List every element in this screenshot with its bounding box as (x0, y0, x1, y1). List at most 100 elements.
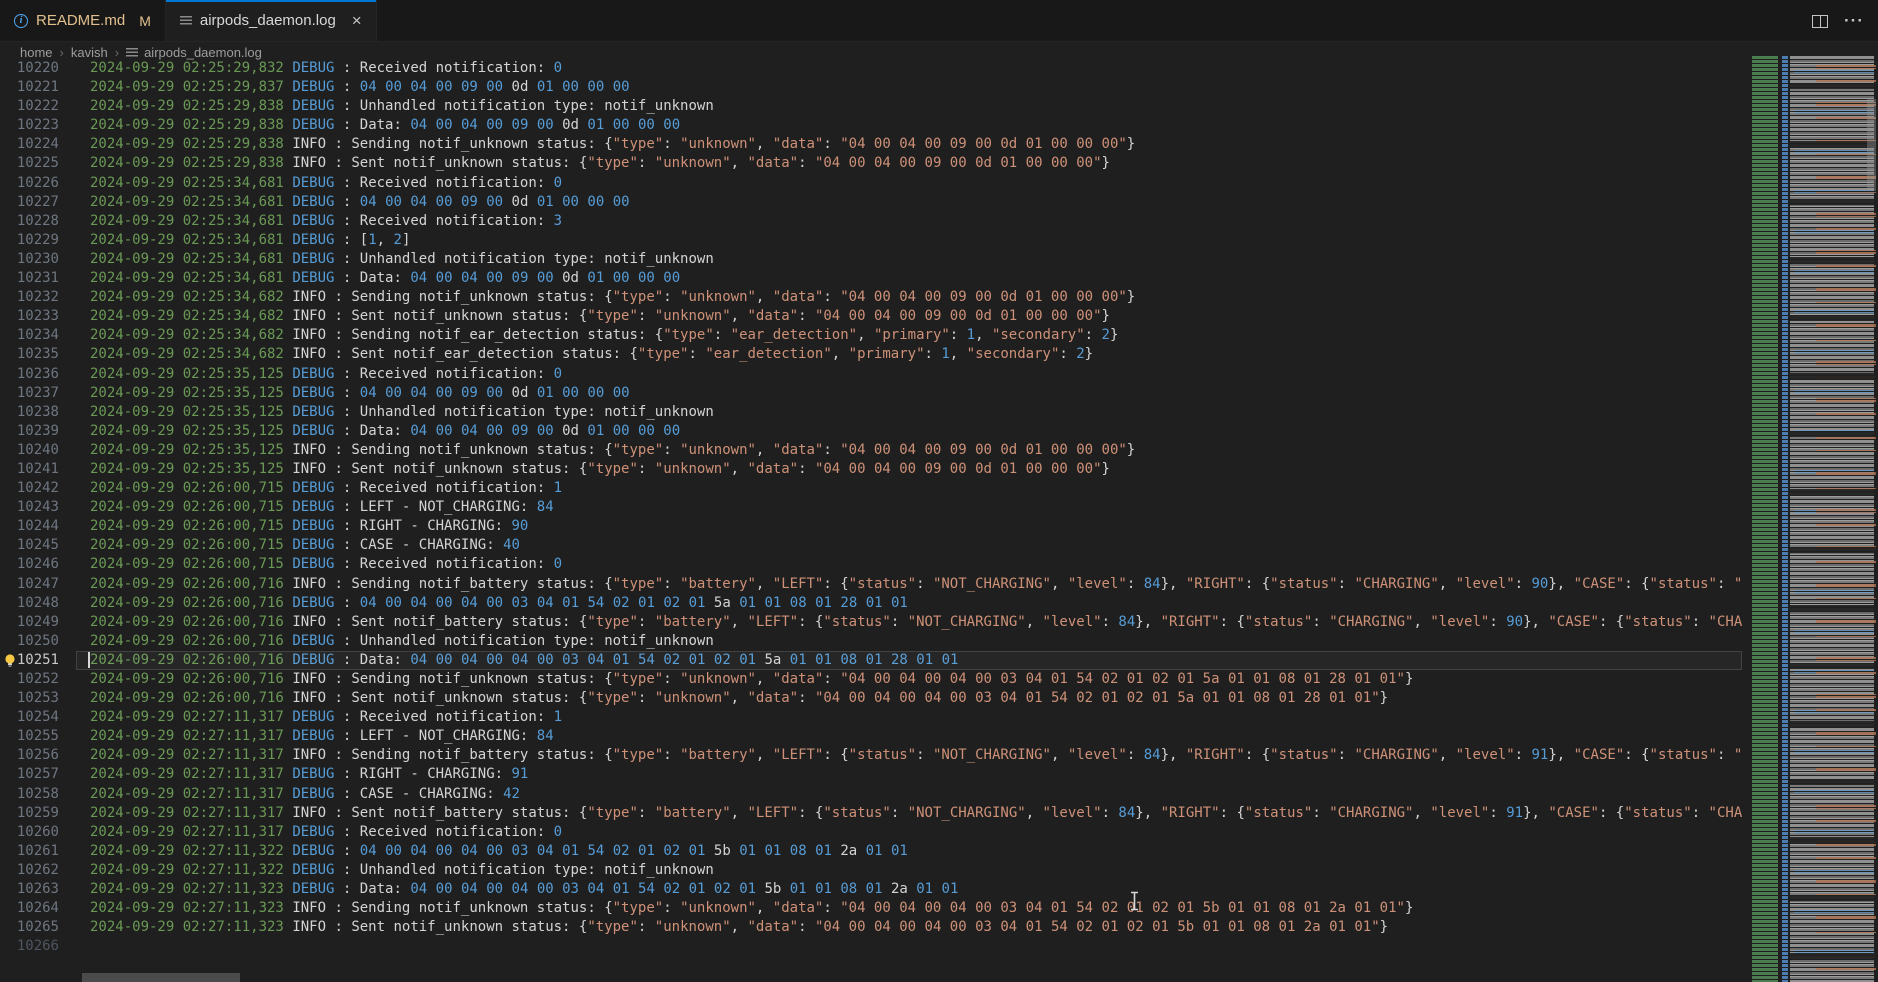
line-number[interactable]: 10247 (0, 575, 59, 594)
log-line[interactable]: 10249 2024-09-29 02:26:00,716 INFO : Sent… (0, 613, 1742, 632)
line-number[interactable]: 10236 (0, 365, 59, 384)
tab-readme[interactable]: i README.md M (0, 0, 166, 41)
line-number[interactable]: 10266 (0, 937, 59, 956)
log-line[interactable]: 102592024-09-29 02:27:11,317 INFO : Sent… (0, 804, 1742, 823)
log-line[interactable]: 10252 2024-09-29 02:26:00,716 INFO : Send… (0, 670, 1742, 689)
line-number[interactable]: 10223 (0, 116, 59, 135)
log-text[interactable]: 2024-09-29 02:27:11,322 DEBUG : 04 00 04… (90, 843, 908, 859)
line-number[interactable]: 10249 (0, 613, 59, 632)
log-line[interactable]: 102472024-09-29 02:26:00,716 INFO : Send… (0, 575, 1742, 594)
log-line[interactable]: 102372024-09-29 02:25:35,125 DEBUG : 04 … (0, 384, 1742, 403)
log-text[interactable]: 2024-09-29 02:25:34,682 INFO : Sending n… (90, 289, 1135, 305)
log-text[interactable]: 2024-09-29 02:26:00,716 DEBUG : Unhandle… (90, 633, 714, 649)
log-line[interactable]: 10230 2024-09-29 02:25:34,681 DEBUG : Unh… (0, 250, 1742, 269)
log-line[interactable]: 102312024-09-29 02:25:34,681 DEBUG : Dat… (0, 269, 1742, 288)
log-line[interactable]: 102382024-09-29 02:25:35,125 DEBUG : Unh… (0, 403, 1742, 422)
log-text[interactable]: 2024-09-29 02:26:00,715 DEBUG : LEFT - N… (90, 499, 554, 515)
log-line[interactable]: 10239 2024-09-29 02:25:35,125 DEBUG : Dat… (0, 422, 1742, 441)
log-text[interactable]: 2024-09-29 02:26:00,715 DEBUG : Received… (90, 556, 562, 572)
log-line[interactable]: 10256 2024-09-29 02:27:11,317 INFO : Send… (0, 746, 1742, 765)
line-number[interactable]: 10243 (0, 498, 59, 517)
log-text[interactable]: 2024-09-29 02:27:11,323 DEBUG : Data: 04… (90, 881, 958, 897)
line-number[interactable]: 10256 (0, 746, 59, 765)
log-text[interactable]: 2024-09-29 02:25:34,681 DEBUG : 04 00 04… (90, 194, 630, 210)
log-line[interactable]: 10225 2024-09-29 02:25:29,838 INFO : Sent… (0, 154, 1742, 173)
log-text[interactable]: 2024-09-29 02:27:11,317 DEBUG : Received… (90, 824, 562, 840)
log-line[interactable]: 102512024-09-29 02:26:00,716 DEBUG : Dat… (0, 651, 1742, 670)
log-line[interactable]: 102232024-09-29 02:25:29,838 DEBUG : Dat… (0, 116, 1742, 135)
log-text[interactable]: 2024-09-29 02:25:34,681 DEBUG : Received… (90, 213, 562, 229)
line-number[interactable]: 10225 (0, 154, 59, 173)
line-number[interactable]: 10263 (0, 880, 59, 899)
line-number[interactable]: 10239 (0, 422, 59, 441)
log-text[interactable]: 2024-09-29 02:25:35,125 DEBUG : Data: 04… (90, 423, 680, 439)
log-text[interactable]: 2024-09-29 02:25:34,681 DEBUG : Data: 04… (90, 270, 680, 286)
log-text[interactable]: 2024-09-29 02:26:00,716 INFO : Sending n… (90, 671, 1413, 687)
log-text[interactable]: 2024-09-29 02:26:00,715 DEBUG : RIGHT - … (90, 518, 528, 534)
log-line[interactable]: 102402024-09-29 02:25:35,125 INFO : Send… (0, 441, 1742, 460)
split-editor-icon[interactable] (1812, 15, 1828, 28)
line-number[interactable]: 10264 (0, 899, 59, 918)
log-line[interactable]: 102612024-09-29 02:27:11,322 DEBUG : 04 … (0, 842, 1742, 861)
log-text[interactable]: 2024-09-29 02:27:11,317 DEBUG : LEFT - N… (90, 728, 554, 744)
line-number[interactable]: 10260 (0, 823, 59, 842)
log-line[interactable]: 102292024-09-29 02:25:34,681 DEBUG : [1,… (0, 231, 1742, 250)
log-text[interactable]: 2024-09-29 02:27:11,322 DEBUG : Unhandle… (90, 862, 714, 878)
line-number[interactable]: 10222 (0, 97, 59, 116)
line-number[interactable]: 10234 (0, 326, 59, 345)
log-line[interactable]: 102352024-09-29 02:25:34,682 INFO : Sent… (0, 345, 1742, 364)
line-number[interactable]: 10237 (0, 384, 59, 403)
tab-airpods-daemon-log[interactable]: airpods_daemon.log × (166, 0, 377, 41)
horizontal-scrollbar-thumb[interactable] (82, 973, 240, 982)
log-line[interactable]: 10221 2024-09-29 02:25:29,837 DEBUG : 04 … (0, 78, 1742, 97)
log-text[interactable]: 2024-09-29 02:26:00,715 DEBUG : CASE - C… (90, 537, 520, 553)
log-text[interactable]: 2024-09-29 02:27:11,317 INFO : Sending n… (90, 747, 1742, 763)
log-text[interactable]: 2024-09-29 02:25:34,682 INFO : Sent noti… (90, 308, 1110, 324)
log-line[interactable]: 102542024-09-29 02:27:11,317 DEBUG : Rec… (0, 708, 1742, 727)
line-number[interactable]: 10230 (0, 250, 59, 269)
log-line[interactable]: 102202024-09-29 02:25:29,832 DEBUG : Rec… (0, 59, 1742, 78)
log-text[interactable]: 2024-09-29 02:26:00,716 INFO : Sent noti… (90, 690, 1388, 706)
line-number[interactable]: 10255 (0, 727, 59, 746)
log-text[interactable]: 2024-09-29 02:25:34,681 DEBUG : Received… (90, 175, 562, 191)
log-text[interactable]: 2024-09-29 02:25:29,838 INFO : Sending n… (90, 136, 1135, 152)
log-text[interactable]: 2024-09-29 02:25:35,125 INFO : Sent noti… (90, 461, 1110, 477)
line-number[interactable]: 10252 (0, 670, 59, 689)
log-line[interactable]: 10243 2024-09-29 02:26:00,715 DEBUG : LEF… (0, 498, 1742, 517)
log-line[interactable]: 10266 (0, 937, 1742, 956)
line-number[interactable]: 10241 (0, 460, 59, 479)
line-number[interactable]: 10233 (0, 307, 59, 326)
line-number[interactable]: 10258 (0, 785, 59, 804)
line-number[interactable]: 10221 (0, 78, 59, 97)
log-line[interactable]: 10233 2024-09-29 02:25:34,682 INFO : Sent… (0, 307, 1742, 326)
more-actions-icon[interactable]: ··· (1844, 11, 1864, 31)
log-line[interactable]: 102622024-09-29 02:27:11,322 DEBUG : Unh… (0, 861, 1742, 880)
line-number[interactable]: 10224 (0, 135, 59, 154)
log-text[interactable]: 2024-09-29 02:25:29,838 DEBUG : Unhandle… (90, 98, 714, 114)
line-number[interactable]: 10257 (0, 765, 59, 784)
log-line[interactable]: 10255 2024-09-29 02:27:11,317 DEBUG : LEF… (0, 727, 1742, 746)
log-line[interactable]: 102482024-09-29 02:26:00,716 DEBUG : 04 … (0, 594, 1742, 613)
line-number[interactable]: 10248 (0, 594, 59, 613)
log-line[interactable]: 10227 2024-09-29 02:25:34,681 DEBUG : 04 … (0, 193, 1742, 212)
line-number[interactable]: 10227 (0, 193, 59, 212)
log-line[interactable]: 102652024-09-29 02:27:11,323 INFO : Sent… (0, 918, 1742, 937)
vertical-scrollbar-thumb[interactable] (1867, 99, 1876, 191)
log-line[interactable]: 102582024-09-29 02:27:11,317 DEBUG : CAS… (0, 785, 1742, 804)
log-text[interactable]: 2024-09-29 02:27:11,317 INFO : Sent noti… (90, 805, 1742, 821)
log-line[interactable]: 102362024-09-29 02:25:35,125 DEBUG : Rec… (0, 365, 1742, 384)
log-text[interactable]: 2024-09-29 02:26:00,716 INFO : Sent noti… (90, 614, 1742, 630)
line-number[interactable]: 10265 (0, 918, 59, 937)
log-line[interactable]: 102442024-09-29 02:26:00,715 DEBUG : RIG… (0, 517, 1742, 536)
log-line[interactable]: 102422024-09-29 02:26:00,715 DEBUG : Rec… (0, 479, 1742, 498)
log-text[interactable]: 2024-09-29 02:26:00,715 DEBUG : Received… (90, 480, 562, 496)
log-text[interactable]: 2024-09-29 02:25:29,837 DEBUG : 04 00 04… (90, 79, 630, 95)
log-text[interactable]: 2024-09-29 02:25:34,681 DEBUG : Unhandle… (90, 251, 714, 267)
log-line[interactable]: 10222 2024-09-29 02:25:29,838 DEBUG : Unh… (0, 97, 1742, 116)
log-line[interactable]: 102452024-09-29 02:26:00,715 DEBUG : CAS… (0, 536, 1742, 555)
line-number[interactable]: 10246 (0, 555, 59, 574)
line-number[interactable]: 10254 (0, 708, 59, 727)
line-number[interactable]: 10240 (0, 441, 59, 460)
log-text[interactable]: 2024-09-29 02:25:29,838 INFO : Sent noti… (90, 155, 1110, 171)
log-line[interactable]: 102572024-09-29 02:27:11,317 DEBUG : RIG… (0, 765, 1742, 784)
